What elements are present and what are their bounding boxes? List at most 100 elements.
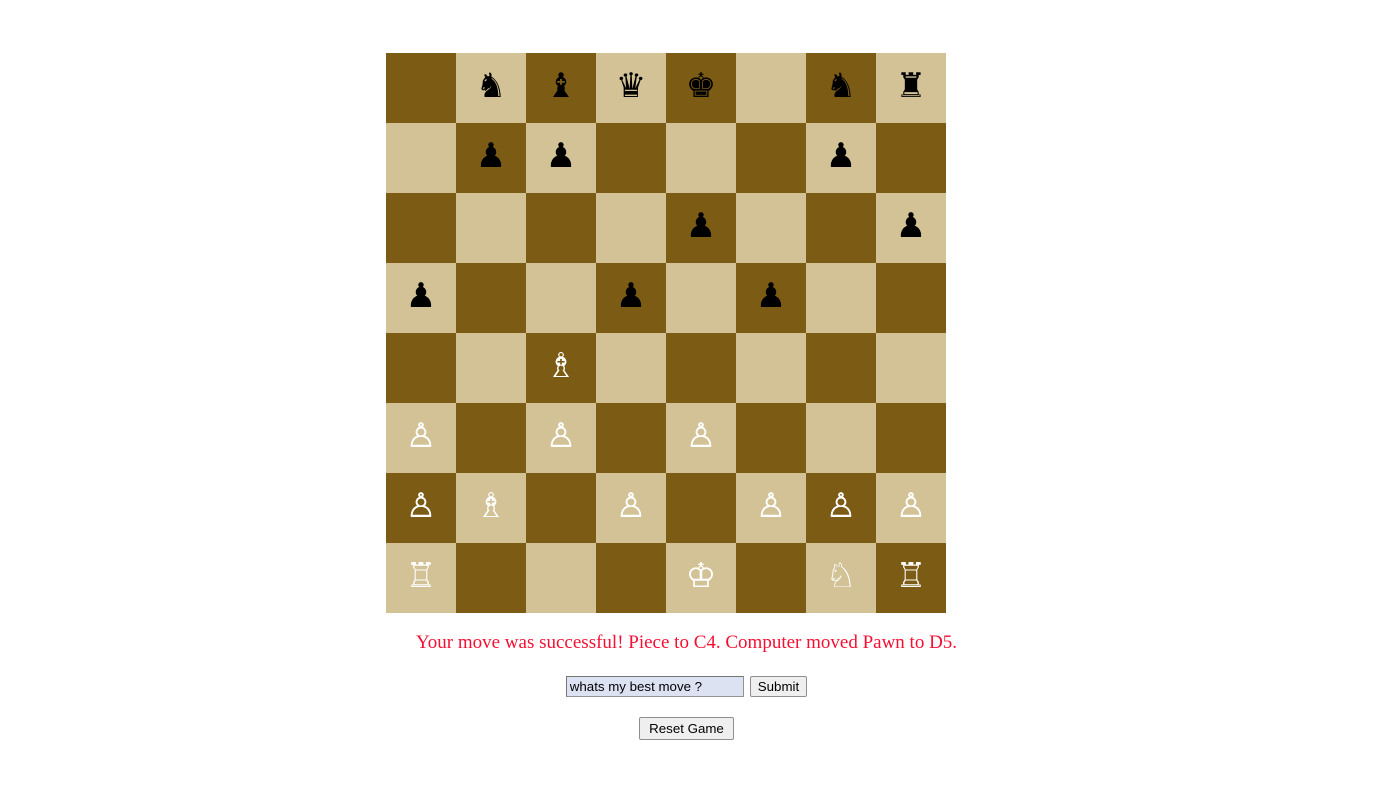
- white-pawn-icon[interactable]: ♙: [616, 489, 646, 523]
- board-square-g1[interactable]: ♘: [806, 543, 876, 613]
- board-square-f5[interactable]: ♟: [736, 263, 806, 333]
- board-square-a8[interactable]: [386, 53, 456, 123]
- reset-row: Reset Game: [0, 717, 1373, 740]
- board-square-d6[interactable]: [596, 193, 666, 263]
- board-square-c8[interactable]: ♝: [526, 53, 596, 123]
- board-square-h5[interactable]: [876, 263, 946, 333]
- board-square-g7[interactable]: ♟: [806, 123, 876, 193]
- black-king-icon[interactable]: ♚: [686, 69, 716, 103]
- board-square-c2[interactable]: [526, 473, 596, 543]
- board-square-a2[interactable]: ♙: [386, 473, 456, 543]
- board-square-g2[interactable]: ♙: [806, 473, 876, 543]
- board-square-d3[interactable]: [596, 403, 666, 473]
- board-square-f2[interactable]: ♙: [736, 473, 806, 543]
- board-square-f1[interactable]: [736, 543, 806, 613]
- move-input[interactable]: [565, 676, 744, 697]
- board-square-h7[interactable]: [876, 123, 946, 193]
- black-queen-icon[interactable]: ♛: [616, 69, 646, 103]
- board-square-h2[interactable]: ♙: [876, 473, 946, 543]
- board-square-d4[interactable]: [596, 333, 666, 403]
- reset-game-button[interactable]: Reset Game: [639, 717, 734, 740]
- white-pawn-icon[interactable]: ♙: [546, 419, 576, 453]
- board-square-h1[interactable]: ♖: [876, 543, 946, 613]
- board-square-a5[interactable]: ♟: [386, 263, 456, 333]
- board-square-b7[interactable]: ♟: [456, 123, 526, 193]
- board-square-d5[interactable]: ♟: [596, 263, 666, 333]
- board-square-a4[interactable]: [386, 333, 456, 403]
- board-square-e2[interactable]: [666, 473, 736, 543]
- black-pawn-icon[interactable]: ♟: [826, 139, 856, 173]
- board-square-a7[interactable]: [386, 123, 456, 193]
- board-square-f3[interactable]: [736, 403, 806, 473]
- board-square-e7[interactable]: [666, 123, 736, 193]
- black-pawn-icon[interactable]: ♟: [686, 209, 716, 243]
- board-square-c1[interactable]: [526, 543, 596, 613]
- black-bishop-icon[interactable]: ♝: [546, 69, 576, 103]
- white-pawn-icon[interactable]: ♙: [686, 419, 716, 453]
- board-square-f7[interactable]: [736, 123, 806, 193]
- board-square-b6[interactable]: [456, 193, 526, 263]
- board-square-e6[interactable]: ♟: [666, 193, 736, 263]
- board-square-c5[interactable]: [526, 263, 596, 333]
- board-square-b8[interactable]: ♞: [456, 53, 526, 123]
- black-pawn-icon[interactable]: ♟: [756, 279, 786, 313]
- board-square-b2[interactable]: ♗: [456, 473, 526, 543]
- board-square-f8[interactable]: [736, 53, 806, 123]
- white-pawn-icon[interactable]: ♙: [756, 489, 786, 523]
- board-square-b1[interactable]: [456, 543, 526, 613]
- status-message: Your move was successful! Piece to C4. C…: [415, 632, 958, 653]
- board-square-a6[interactable]: [386, 193, 456, 263]
- chess-app: ♞ ♝ ♛ ♚ ♞ ♜ ♟ ♟ ♟ ♟ ♟ ♟ ♟ ♟ ♗ ♙ ♙ ♙ ♙ ♗ ♙ ♙ ♙ ♙ ♖ ♔ ♘ ♖ Your move w…: [0, 0, 1373, 804]
- chess-board-wrapper: ♞ ♝ ♛ ♚ ♞ ♜ ♟ ♟ ♟ ♟ ♟ ♟ ♟ ♟ ♗ ♙ ♙ ♙ ♙ ♗ ♙ ♙ ♙ ♙ ♖ ♔ ♘ ♖: [386, 53, 946, 614]
- white-pawn-icon[interactable]: ♙: [896, 489, 926, 523]
- black-pawn-icon[interactable]: ♟: [406, 279, 436, 313]
- white-knight-icon[interactable]: ♘: [826, 559, 856, 593]
- board-square-a1[interactable]: ♖: [386, 543, 456, 613]
- board-square-e4[interactable]: [666, 333, 736, 403]
- board-square-c7[interactable]: ♟: [526, 123, 596, 193]
- board-square-b5[interactable]: [456, 263, 526, 333]
- white-rook-icon[interactable]: ♖: [406, 559, 436, 593]
- board-square-e8[interactable]: ♚: [666, 53, 736, 123]
- white-pawn-icon[interactable]: ♙: [406, 489, 436, 523]
- white-bishop-icon[interactable]: ♗: [546, 349, 576, 383]
- black-pawn-icon[interactable]: ♟: [546, 139, 576, 173]
- board-square-b4[interactable]: [456, 333, 526, 403]
- white-rook-icon[interactable]: ♖: [896, 559, 926, 593]
- white-pawn-icon[interactable]: ♙: [826, 489, 856, 523]
- submit-button[interactable]: Submit: [749, 676, 808, 697]
- board-square-a3[interactable]: ♙: [386, 403, 456, 473]
- board-square-e5[interactable]: [666, 263, 736, 333]
- white-king-icon[interactable]: ♔: [686, 559, 716, 593]
- white-bishop-icon[interactable]: ♗: [476, 489, 506, 523]
- board-square-h8[interactable]: ♜: [876, 53, 946, 123]
- board-square-g5[interactable]: [806, 263, 876, 333]
- board-square-c3[interactable]: ♙: [526, 403, 596, 473]
- board-square-g8[interactable]: ♞: [806, 53, 876, 123]
- board-square-d8[interactable]: ♛: [596, 53, 666, 123]
- board-square-h4[interactable]: [876, 333, 946, 403]
- board-square-d7[interactable]: [596, 123, 666, 193]
- black-knight-icon[interactable]: ♞: [476, 69, 506, 103]
- board-square-h3[interactable]: [876, 403, 946, 473]
- chess-board[interactable]: ♞ ♝ ♛ ♚ ♞ ♜ ♟ ♟ ♟ ♟ ♟ ♟ ♟ ♟ ♗ ♙ ♙ ♙ ♙ ♗ ♙ ♙ ♙ ♙ ♖ ♔ ♘ ♖: [386, 53, 946, 614]
- board-square-g6[interactable]: [806, 193, 876, 263]
- board-square-e1[interactable]: ♔: [666, 543, 736, 613]
- board-square-d1[interactable]: [596, 543, 666, 613]
- board-square-f4[interactable]: [736, 333, 806, 403]
- black-knight-icon[interactable]: ♞: [826, 69, 856, 103]
- black-pawn-icon[interactable]: ♟: [616, 279, 646, 313]
- board-square-e3[interactable]: ♙: [666, 403, 736, 473]
- board-square-c6[interactable]: [526, 193, 596, 263]
- board-square-d2[interactable]: ♙: [596, 473, 666, 543]
- board-square-c4[interactable]: ♗: [526, 333, 596, 403]
- board-square-g3[interactable]: [806, 403, 876, 473]
- black-rook-icon[interactable]: ♜: [896, 69, 926, 103]
- board-square-f6[interactable]: [736, 193, 806, 263]
- black-pawn-icon[interactable]: ♟: [476, 139, 506, 173]
- white-pawn-icon[interactable]: ♙: [406, 419, 436, 453]
- board-square-h6[interactable]: ♟: [876, 193, 946, 263]
- board-square-b3[interactable]: [456, 403, 526, 473]
- black-pawn-icon[interactable]: ♟: [896, 209, 926, 243]
- board-square-g4[interactable]: [806, 333, 876, 403]
